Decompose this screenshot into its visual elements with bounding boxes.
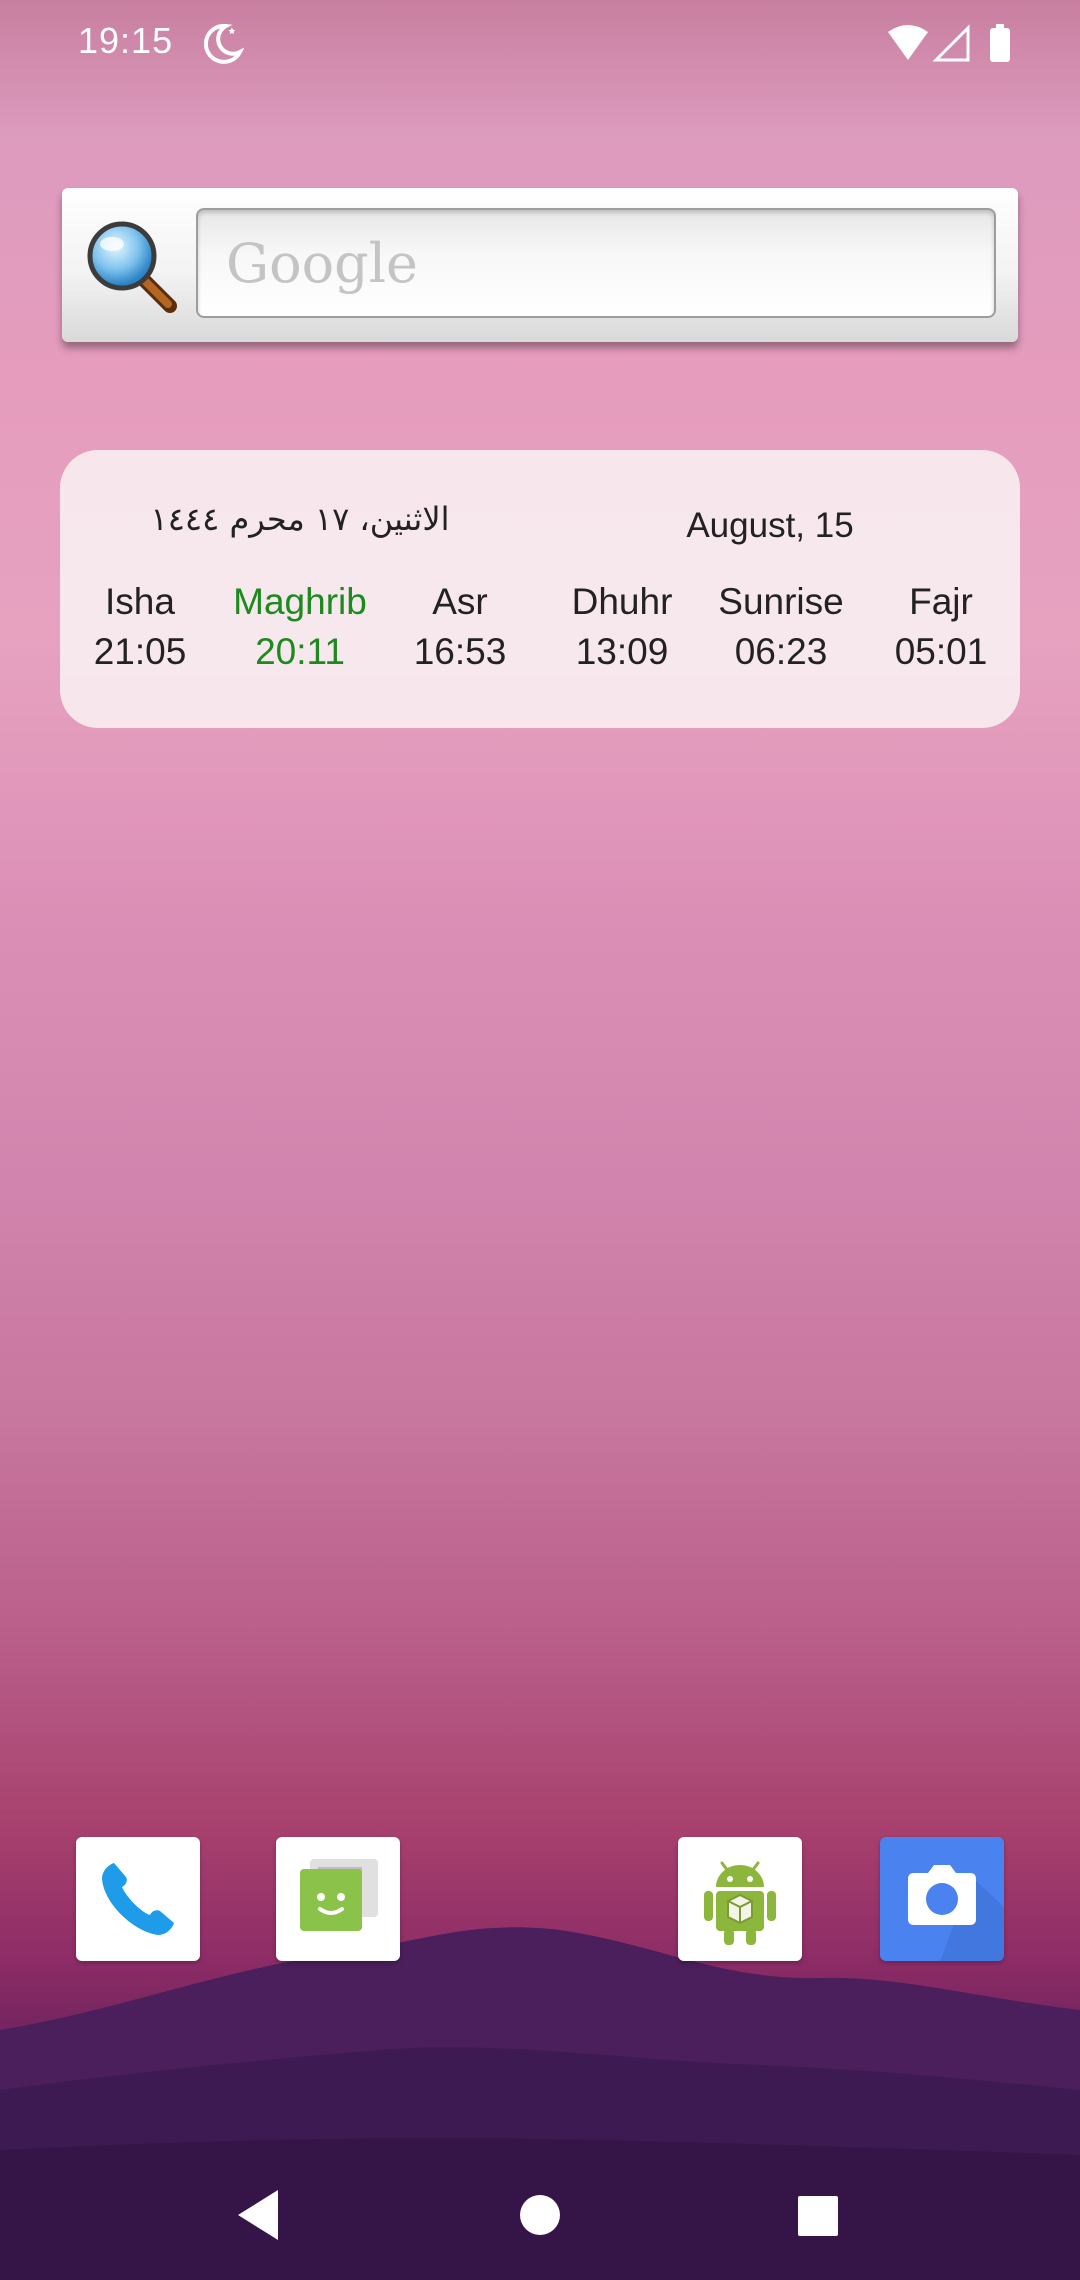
hijri-date: الاثنين، ١٧ محرم ١٤٤٤ <box>150 500 450 538</box>
back-icon[interactable] <box>238 2190 278 2240</box>
gregorian-date: August, 15 <box>686 506 854 545</box>
prayer-name: Isha <box>105 581 175 622</box>
search-input[interactable]: Google <box>196 208 996 318</box>
navigation-bar <box>238 2190 838 2240</box>
prayer-maghrib: Maghrib 20:11 <box>220 578 380 678</box>
phone-icon <box>102 1863 174 1935</box>
camera-icon <box>908 1865 1004 1961</box>
moon-icon <box>203 23 244 64</box>
prayer-times-widget[interactable]: الاثنين، ١٧ محرم ١٤٤٤ August, 15 Isha 21… <box>60 450 1020 728</box>
prayer-time: 13:09 <box>575 631 669 672</box>
android-icon <box>704 1861 776 1945</box>
messaging-icon <box>300 1859 378 1931</box>
prayer-fajr: Fajr 05:01 <box>861 578 1021 678</box>
prayer-name: Maghrib <box>233 581 367 622</box>
google-search-widget[interactable]: Google <box>62 188 1018 342</box>
phone-app-button[interactable] <box>76 1837 200 1961</box>
search-placeholder: Google <box>226 232 418 295</box>
prayer-time: 05:01 <box>894 631 988 672</box>
prayer-time: 16:53 <box>413 631 507 672</box>
messaging-app-button[interactable] <box>276 1837 400 1961</box>
wifi-icon <box>888 25 928 60</box>
home-icon[interactable] <box>520 2195 560 2235</box>
recents-icon[interactable] <box>798 2196 838 2236</box>
android-app-button[interactable] <box>678 1837 802 1961</box>
prayer-asr: Asr 16:53 <box>380 578 540 678</box>
prayer-time: 20:11 <box>255 631 345 672</box>
status-bar: 19:15 <box>0 0 1080 90</box>
magnifier-icon[interactable] <box>82 216 182 316</box>
prayer-isha: Isha 21:05 <box>60 578 220 678</box>
prayer-time: 21:05 <box>93 631 187 672</box>
status-icons <box>888 24 1010 62</box>
status-time: 19:15 <box>78 20 174 61</box>
prayer-times-row: Isha 21:05 Maghrib 20:11 Asr 16:53 Dhuhr… <box>60 578 1020 698</box>
prayer-name: Fajr <box>909 581 973 622</box>
camera-app-button[interactable] <box>880 1837 1004 1961</box>
prayer-name: Asr <box>432 581 488 622</box>
prayer-name: Dhuhr <box>571 581 673 622</box>
prayer-time: 06:23 <box>734 631 828 672</box>
prayer-sunrise: Sunrise 06:23 <box>701 578 861 678</box>
battery-icon <box>990 24 1010 62</box>
cellular-signal-icon <box>932 24 970 62</box>
prayer-dhuhr: Dhuhr 13:09 <box>542 578 702 678</box>
prayer-name: Sunrise <box>718 581 844 622</box>
